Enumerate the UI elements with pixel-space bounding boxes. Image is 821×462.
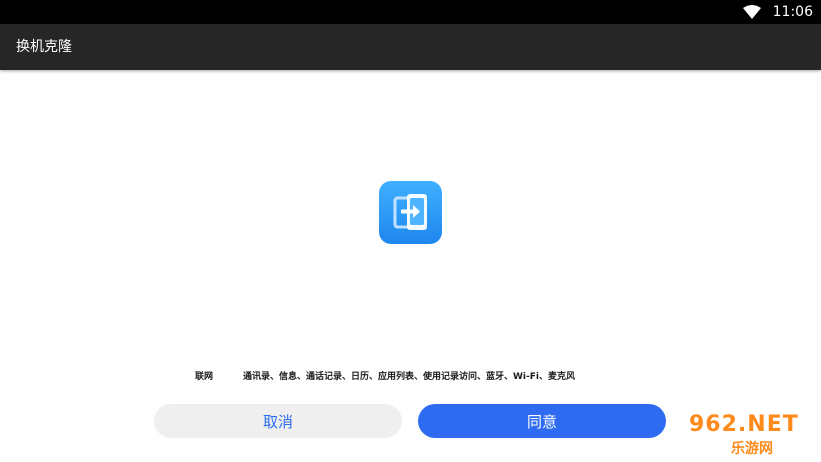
agree-button[interactable]: 同意 [418,404,666,438]
status-bar: 11:06 [0,0,821,24]
app-bar: 换机克隆 [0,24,821,70]
permission-label: 联网 [195,372,214,382]
watermark-logo: 962.NET 乐游网 [683,412,817,460]
app-title: 换机克隆 [16,39,72,55]
watermark-bottom-text: 乐游网 [731,441,773,457]
permission-list: 通讯录、信息、通话记录、日历、应用列表、使用记录访问、蓝牙、Wi-Fi、麦克风 [243,372,575,382]
status-icons: 11:06 [742,0,813,24]
permissions-row: 联网 通讯录、信息、通话记录、日历、应用列表、使用记录访问、蓝牙、Wi-Fi、麦… [0,369,821,385]
cancel-button[interactable]: 取消 [154,404,402,438]
watermark-top-text: 962.NET [689,412,799,437]
wifi-icon [742,5,761,19]
phone-clone-logo-icon [379,181,442,244]
status-time: 11:06 [772,4,813,20]
